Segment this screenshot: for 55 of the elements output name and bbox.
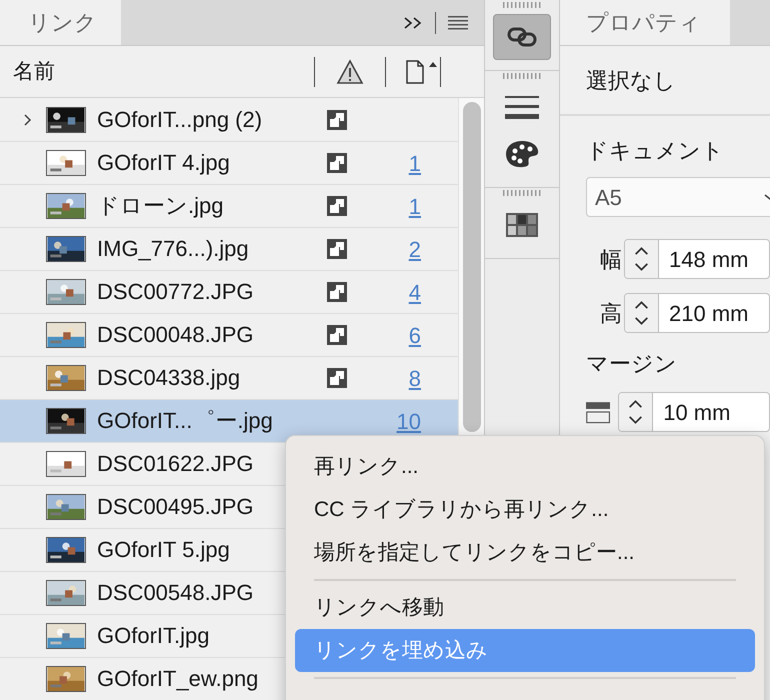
warning-icon[interactable] [336, 58, 364, 84]
file-name: DSC01622.JPG [97, 451, 254, 477]
name-column-header[interactable]: 名前 [0, 56, 314, 88]
file-name: IMG_776...).jpg [97, 236, 249, 262]
grip-icon[interactable] [503, 190, 541, 196]
link-row[interactable]: GOforIT...゜ー.jpg 10 [0, 400, 458, 443]
file-name: GOforIT...゜ー.jpg [97, 408, 273, 434]
stepper-icon[interactable] [625, 294, 659, 332]
link-icon [507, 26, 537, 48]
number-field[interactable]: 148 mm [624, 239, 770, 279]
palette-icon [505, 140, 539, 168]
number-field[interactable]: 10 mm [618, 392, 770, 432]
grip-icon[interactable] [503, 73, 541, 79]
preset-dropdown[interactable]: A5 [586, 177, 770, 217]
panel-tab[interactable]: リンク [0, 0, 121, 45]
menu-icon[interactable] [448, 16, 468, 30]
file-name: GOforIT_ew.png [97, 666, 258, 692]
file-name: GOforIT 4.jpg [97, 150, 230, 176]
file-name: GOforIT...png (2) [97, 107, 262, 133]
page-count-link[interactable]: 8 [408, 362, 421, 394]
link-status-icon [327, 153, 347, 173]
page-count-link[interactable]: 6 [408, 318, 421, 352]
swatches-icon [506, 213, 538, 237]
link-status-icon [327, 325, 347, 345]
chevron-icon[interactable] [23, 113, 33, 127]
page-count-link[interactable]: 1 [408, 146, 421, 180]
link-status-icon [327, 239, 347, 259]
section-title: マージン [585, 350, 678, 378]
link-status-icon [327, 110, 347, 130]
file-name: DSC00048.JPG [97, 322, 254, 348]
stepper-icon[interactable] [619, 393, 654, 431]
stepper-icon[interactable] [625, 240, 659, 278]
field-label: 幅 [600, 246, 622, 274]
link-status-icon [327, 282, 347, 302]
page-count-link[interactable]: 4 [408, 276, 421, 308]
grip-icon[interactable] [503, 2, 541, 8]
file-name: DSC04338.jpg [97, 365, 240, 391]
page-count-link[interactable]: 1 [408, 190, 421, 222]
file-name: DSC00772.JPG [97, 279, 254, 305]
section-title: ドキュメント [585, 137, 725, 165]
expand-panels-icon[interactable] [403, 16, 423, 30]
field-label: 高 [600, 300, 622, 328]
number-field[interactable]: 210 mm [624, 293, 770, 333]
link-status-icon [327, 368, 347, 388]
selection-label: 選択なし [560, 46, 770, 116]
panel-tab[interactable]: プロパティ [560, 0, 730, 45]
stroke-icon [505, 96, 539, 120]
tool-button[interactable] [493, 14, 551, 60]
file-name: DSC00548.JPG [97, 580, 254, 606]
file-name: ドローン.jpg [97, 193, 224, 219]
file-name: DSC00495.JPG [97, 494, 254, 520]
file-name: GOforIT 5.jpg [97, 537, 230, 563]
page-count-link[interactable]: 2 [408, 232, 421, 266]
link-status-icon [327, 196, 347, 216]
file-name: GOforIT.jpg [97, 623, 210, 649]
